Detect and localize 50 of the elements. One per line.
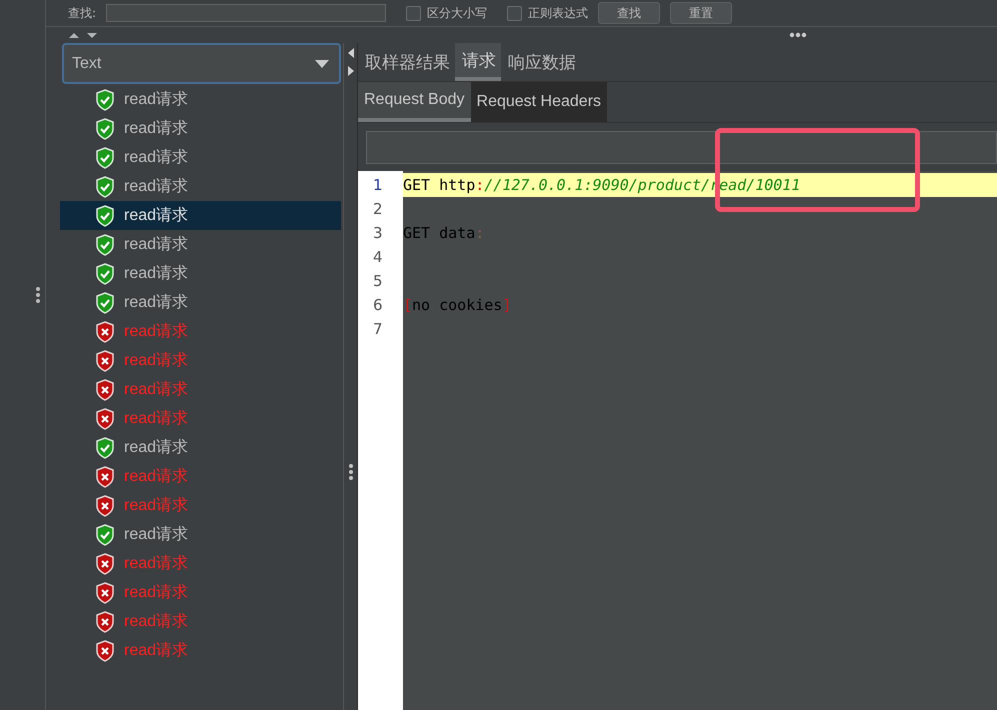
- search-field[interactable]: [366, 130, 997, 164]
- result-item[interactable]: read请求: [60, 201, 341, 230]
- caret-icon: [315, 60, 329, 68]
- result-item[interactable]: read请求: [60, 607, 341, 636]
- result-item[interactable]: read请求: [60, 259, 341, 288]
- result-item[interactable]: read请求: [60, 636, 341, 665]
- result-item[interactable]: read请求: [60, 491, 341, 520]
- line-number: 4: [372, 247, 384, 268]
- result-item[interactable]: read请求: [60, 317, 341, 346]
- tab[interactable]: Request Body: [358, 82, 471, 122]
- collapse-arrows-icon[interactable]: [68, 30, 98, 40]
- result-item[interactable]: read请求: [60, 375, 341, 404]
- drag-handle[interactable]: [348, 464, 352, 480]
- line-number: 1: [372, 175, 384, 196]
- line-number: 3: [372, 223, 384, 244]
- checkbox-label: 区分大小写: [427, 4, 488, 22]
- result-item[interactable]: read请求: [60, 85, 341, 114]
- result-item[interactable]: read请求: [60, 520, 341, 549]
- result-item[interactable]: read请求: [60, 346, 341, 375]
- checkbox-label: 正则表达式: [528, 4, 588, 22]
- search-field[interactable]: [106, 4, 386, 22]
- toolbar-button[interactable]: 查找: [598, 2, 660, 24]
- tab[interactable]: 请求: [455, 43, 501, 81]
- line-number: 5: [372, 271, 384, 292]
- result-item[interactable]: read请求: [60, 172, 341, 201]
- result-item[interactable]: read请求: [60, 462, 341, 491]
- code-line: GET data:: [403, 224, 484, 242]
- result-item[interactable]: read请求: [60, 114, 341, 143]
- line-number: 7: [372, 319, 384, 340]
- result-item[interactable]: read请求: [60, 578, 341, 607]
- checkbox[interactable]: [406, 6, 422, 20]
- result-item[interactable]: read请求: [60, 404, 341, 433]
- tab[interactable]: 响应数据: [501, 43, 581, 81]
- result-item[interactable]: read请求: [60, 288, 341, 317]
- drag-handle[interactable]: [36, 287, 40, 303]
- tab[interactable]: 取样器结果: [358, 43, 455, 81]
- result-item[interactable]: read请求: [60, 143, 341, 172]
- renderer-dropdown[interactable]: Text: [62, 43, 341, 84]
- search-label: 查找:: [68, 4, 96, 22]
- more-icon[interactable]: [789, 32, 807, 38]
- result-item[interactable]: read请求: [60, 230, 341, 259]
- code-line: [no cookies]: [403, 296, 512, 314]
- collapse-arrows-icon[interactable]: [346, 47, 354, 77]
- result-item[interactable]: read请求: [60, 433, 341, 462]
- line-number: 6: [372, 295, 384, 316]
- checkbox[interactable]: [507, 6, 522, 20]
- tab[interactable]: Request Headers: [470, 82, 608, 122]
- line-number: 2: [372, 199, 384, 220]
- toolbar-button[interactable]: 重置: [670, 2, 732, 24]
- result-item[interactable]: read请求: [60, 549, 341, 578]
